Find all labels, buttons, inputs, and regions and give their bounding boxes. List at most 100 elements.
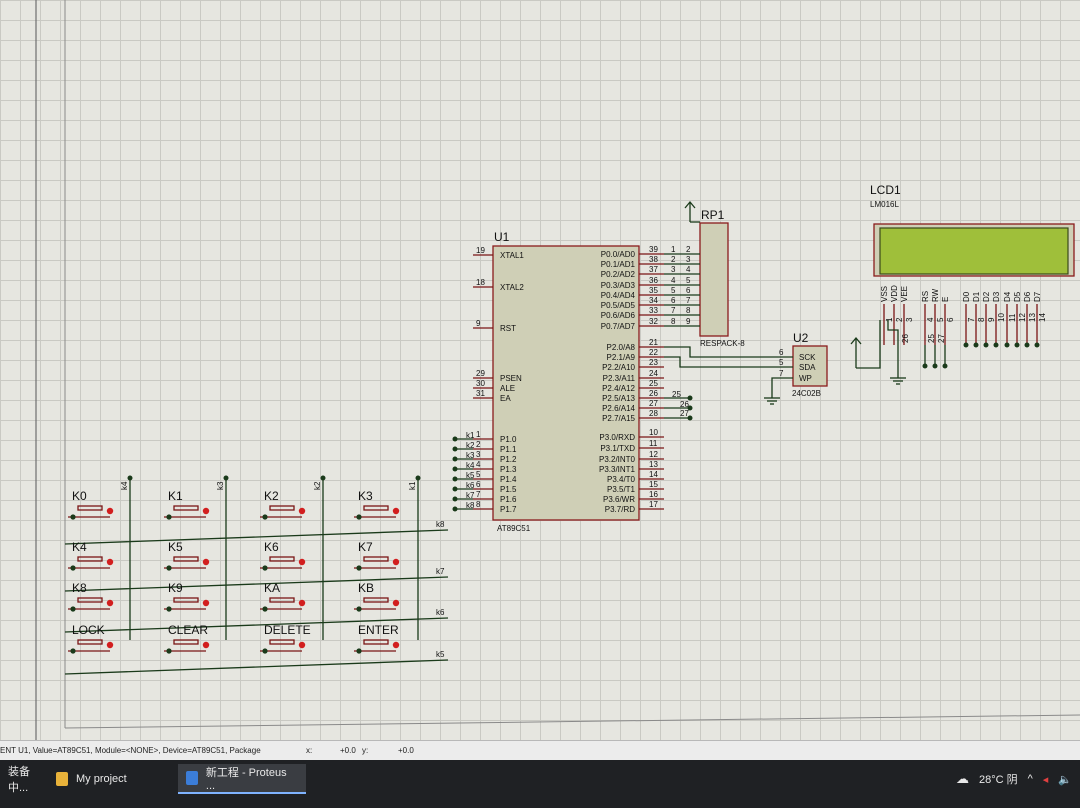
- rp1-pin-right-number: 3: [686, 255, 691, 264]
- keypad-key-state-indicator: [106, 641, 114, 649]
- keypad-key[interactable]: K8: [68, 581, 114, 612]
- keypad-key-terminal: [262, 514, 268, 520]
- lcd-ctrl-dot: [932, 363, 938, 369]
- u1-pin-number: 10: [649, 428, 658, 437]
- keypad-key[interactable]: K3: [354, 489, 400, 520]
- keypad-key[interactable]: K4: [68, 540, 114, 571]
- u1-pin-name: XTAL1: [500, 251, 524, 260]
- keypad-key-label: K1: [168, 489, 183, 503]
- u1-pin-name: P3.1/TXD: [600, 444, 635, 453]
- u1-pin-name: P2.7/A15: [602, 414, 635, 423]
- taskbar-item-proteus[interactable]: 新工程 - Proteus ...: [178, 764, 306, 794]
- keypad-matrix[interactable]: k4 k3 k2 k1 k8 k7 k6 k5 K0 K1 K2 K3 K4 K5 K6 K7 K8 K9 KA KB…: [64, 475, 449, 675]
- rp1-pin-left-number: 8: [671, 317, 676, 326]
- taskbar-item-installing[interactable]: 装备中...: [0, 764, 44, 794]
- u1-pin-number: 16: [649, 490, 658, 499]
- u1-pin-number: 36: [649, 276, 658, 285]
- keypad-key-actuator: [173, 505, 199, 511]
- lcd-data-dot: [973, 342, 979, 348]
- status-y-value: +0.0: [398, 746, 414, 755]
- keypad-key-state-indicator: [106, 507, 114, 515]
- u1-pin-name: P2.3/A11: [603, 374, 636, 383]
- keypad-key[interactable]: DELETE: [260, 623, 311, 654]
- lcd-pin-number: 2: [895, 317, 904, 322]
- lcd-pin-number: 10: [997, 313, 1006, 322]
- lcd-data-dot: [983, 342, 989, 348]
- u2-eeprom[interactable]: U2 24C02B 6 SCK 5 SDA 7 WP: [664, 331, 828, 405]
- lcd-pin-number: 1: [885, 317, 894, 322]
- u1-pin-number: 24: [649, 369, 658, 378]
- u1-pin-name: EA: [500, 394, 511, 403]
- keypad-key-label: DELETE: [264, 623, 311, 637]
- u1-pin-name: P2.1/A9: [607, 353, 636, 362]
- u1-pin-number: 23: [649, 358, 658, 367]
- keypad-key-terminal: [356, 648, 362, 654]
- keypad-key-actuator: [173, 597, 199, 603]
- lcd1-display[interactable]: LCD1 LM016L VSS 1 VDD 2 VEE 3 RS 4 RW 5 E 6 D0 7 D1 8 D2…: [850, 183, 1075, 385]
- u1-pin-name: P2.2/A10: [602, 363, 635, 372]
- rp1-resistor-pack[interactable]: RP1 RESPACK-8 1 22 33 44 55 66 77 88 9: [664, 200, 745, 348]
- keypad-key[interactable]: ENTER: [354, 623, 400, 654]
- keypad-key[interactable]: K7: [354, 540, 400, 571]
- u1-pin-name: P2.5/A13: [602, 394, 635, 403]
- p1-wire-dot: [452, 456, 458, 462]
- network-alert-icon[interactable]: ◂: [1043, 773, 1049, 786]
- lcd-ref: LCD1: [870, 183, 901, 197]
- u1-pin-number: 27: [649, 399, 658, 408]
- chevron-up-icon[interactable]: ^: [1028, 773, 1033, 785]
- lcd-pin-name: D4: [1003, 291, 1012, 302]
- keypad-key-label: LOCK: [72, 623, 105, 637]
- keypad-key-terminal: [356, 606, 362, 612]
- u1-microcontroller[interactable]: U1 AT89C51 19XTAL118XTAL29RST29PSEN30ALE…: [473, 230, 664, 533]
- p1-net-label: k8: [466, 501, 475, 510]
- rp1-part: RESPACK-8: [700, 339, 745, 348]
- keypad-key[interactable]: K0: [68, 489, 114, 520]
- lcd-data-dot: [1034, 342, 1040, 348]
- keypad-row-label: k8: [436, 520, 445, 529]
- keypad-key[interactable]: KA: [260, 581, 306, 612]
- p1-net-label: k3: [466, 451, 475, 460]
- lcd-wire-label-2: 25: [927, 334, 936, 343]
- keypad-key-actuator: [269, 639, 295, 645]
- keypad-key-state-indicator: [202, 599, 210, 607]
- keypad-key-label: KA: [264, 581, 280, 595]
- status-info: ENT U1, Value=AT89C51, Module=<NONE>, De…: [0, 746, 261, 755]
- schematic-canvas[interactable]: U1 AT89C51 19 XTAL1 18 XTAL2 9 RST 29 PSEN 30 ALE…: [0, 0, 1080, 740]
- keypad-key[interactable]: KB: [354, 581, 400, 612]
- u1-pin-name: P3.6/WR: [603, 495, 635, 504]
- lcd-data-dot: [1014, 342, 1020, 348]
- u1-pin-name: XTAL2: [500, 283, 524, 292]
- p1-net-label: k6: [466, 481, 475, 490]
- keypad-key-state-indicator: [392, 558, 400, 566]
- u1-pin-name: P1.1: [500, 445, 517, 454]
- keypad-key-state-indicator: [106, 599, 114, 607]
- taskbar-item-my-project[interactable]: My project: [48, 764, 173, 794]
- u1-pin-number: 26: [649, 389, 658, 398]
- keypad-key[interactable]: K6: [260, 540, 306, 571]
- lcd-screen: [879, 227, 1069, 275]
- keypad-key-label: K3: [358, 489, 373, 503]
- keypad-key[interactable]: K2: [260, 489, 306, 520]
- keypad-key[interactable]: LOCK: [68, 623, 114, 654]
- keypad-key-terminal: [70, 648, 76, 654]
- rp1-pin-left-number: 7: [671, 306, 676, 315]
- p2-net-stubs: 25 26 27: [664, 390, 693, 421]
- u1-pin-number: 9: [476, 319, 481, 328]
- taskbar-item-proteus-label: 新工程 - Proteus ...: [205, 767, 287, 792]
- keypad-key[interactable]: K1: [164, 489, 210, 520]
- u1-pin-name: P1.0: [500, 435, 517, 444]
- lcd-pin-name: RW: [931, 288, 940, 302]
- u1-pin-name: P1.6: [500, 495, 517, 504]
- u1-pin-number: 33: [649, 306, 658, 315]
- rp1-pin-right-number: 9: [686, 317, 691, 326]
- keypad-key-actuator: [77, 597, 103, 603]
- volume-icon[interactable]: 🔈: [1058, 773, 1072, 786]
- weather-text[interactable]: 28°C 阴: [979, 771, 1018, 787]
- taskbar-item-installing-label: 装备中...: [8, 766, 30, 794]
- keypad-key[interactable]: CLEAR: [164, 623, 210, 654]
- u1-pin-number: 35: [649, 286, 658, 295]
- lcd-pin-number: 14: [1038, 313, 1047, 322]
- u1-pin-name: P1.5: [500, 485, 517, 494]
- u1-pin-number: 22: [649, 348, 658, 357]
- keypad-key[interactable]: K5: [164, 540, 210, 571]
